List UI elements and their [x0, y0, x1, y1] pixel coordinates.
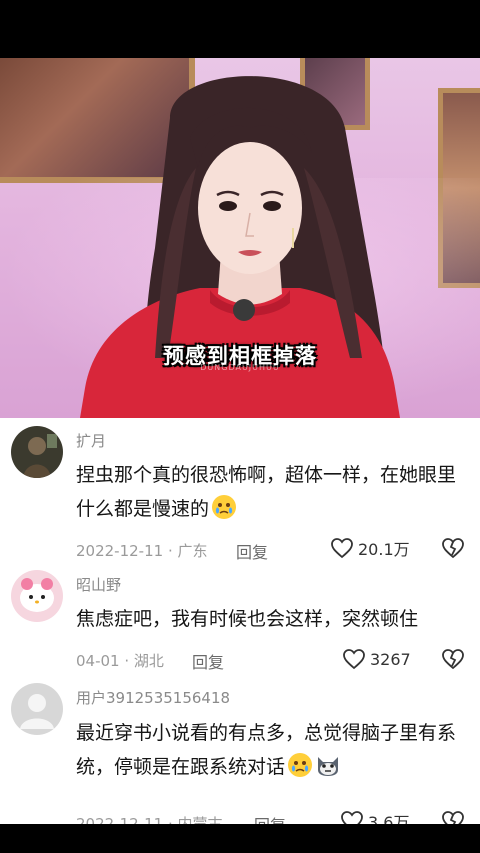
crying-face-emoji [212, 495, 237, 519]
heart-icon [331, 538, 353, 559]
like-count: 3267 [370, 649, 411, 669]
comment-list: 扩月 捏虫那个真的很恐怖啊，超体一样，在她眼里什么都是慢速的 2022-12-1… [0, 418, 480, 835]
status-bar [0, 0, 480, 58]
like-button[interactable]: 3267 [342, 647, 411, 671]
avatar[interactable] [11, 570, 63, 622]
video-player[interactable]: 预感到相框掉落 DUNGDAUJUHUU [0, 58, 480, 418]
comment-username[interactable]: 用户3912535156418 [76, 687, 230, 708]
comment-username[interactable]: 扩月 [76, 430, 106, 451]
reply-button[interactable]: 回复 [192, 649, 224, 673]
comment-text: 焦虑症吧，我有时候也会这样，突然顿住 [76, 608, 419, 630]
navigation-bar [0, 824, 480, 853]
like-button[interactable]: 20.1万 [330, 536, 410, 560]
dislike-icon[interactable] [441, 647, 465, 671]
like-count: 20.1万 [358, 540, 410, 559]
cat-face-emoji [318, 757, 339, 776]
comment-date-location: 2022-12-11 · 广东 [76, 542, 208, 560]
comment-text: 最近穿书小说看的有点多，总觉得脑子里有系统，停顿是在跟系统对话 [76, 722, 457, 778]
comment-date-location: 04-01 · 湖北 [76, 652, 164, 670]
heart-icon [343, 649, 365, 670]
comment-username[interactable]: 昭山野 [76, 574, 121, 595]
dislike-icon[interactable] [441, 536, 465, 560]
video-watermark: DUNGDAUJUHUU [200, 363, 280, 372]
crying-face-emoji [288, 753, 313, 777]
avatar[interactable] [11, 426, 63, 478]
avatar[interactable] [11, 683, 63, 735]
reply-button[interactable]: 回复 [236, 539, 268, 563]
comment-text: 捏虫那个真的很恐怖啊，超体一样，在她眼里什么都是慢速的 [76, 464, 457, 520]
